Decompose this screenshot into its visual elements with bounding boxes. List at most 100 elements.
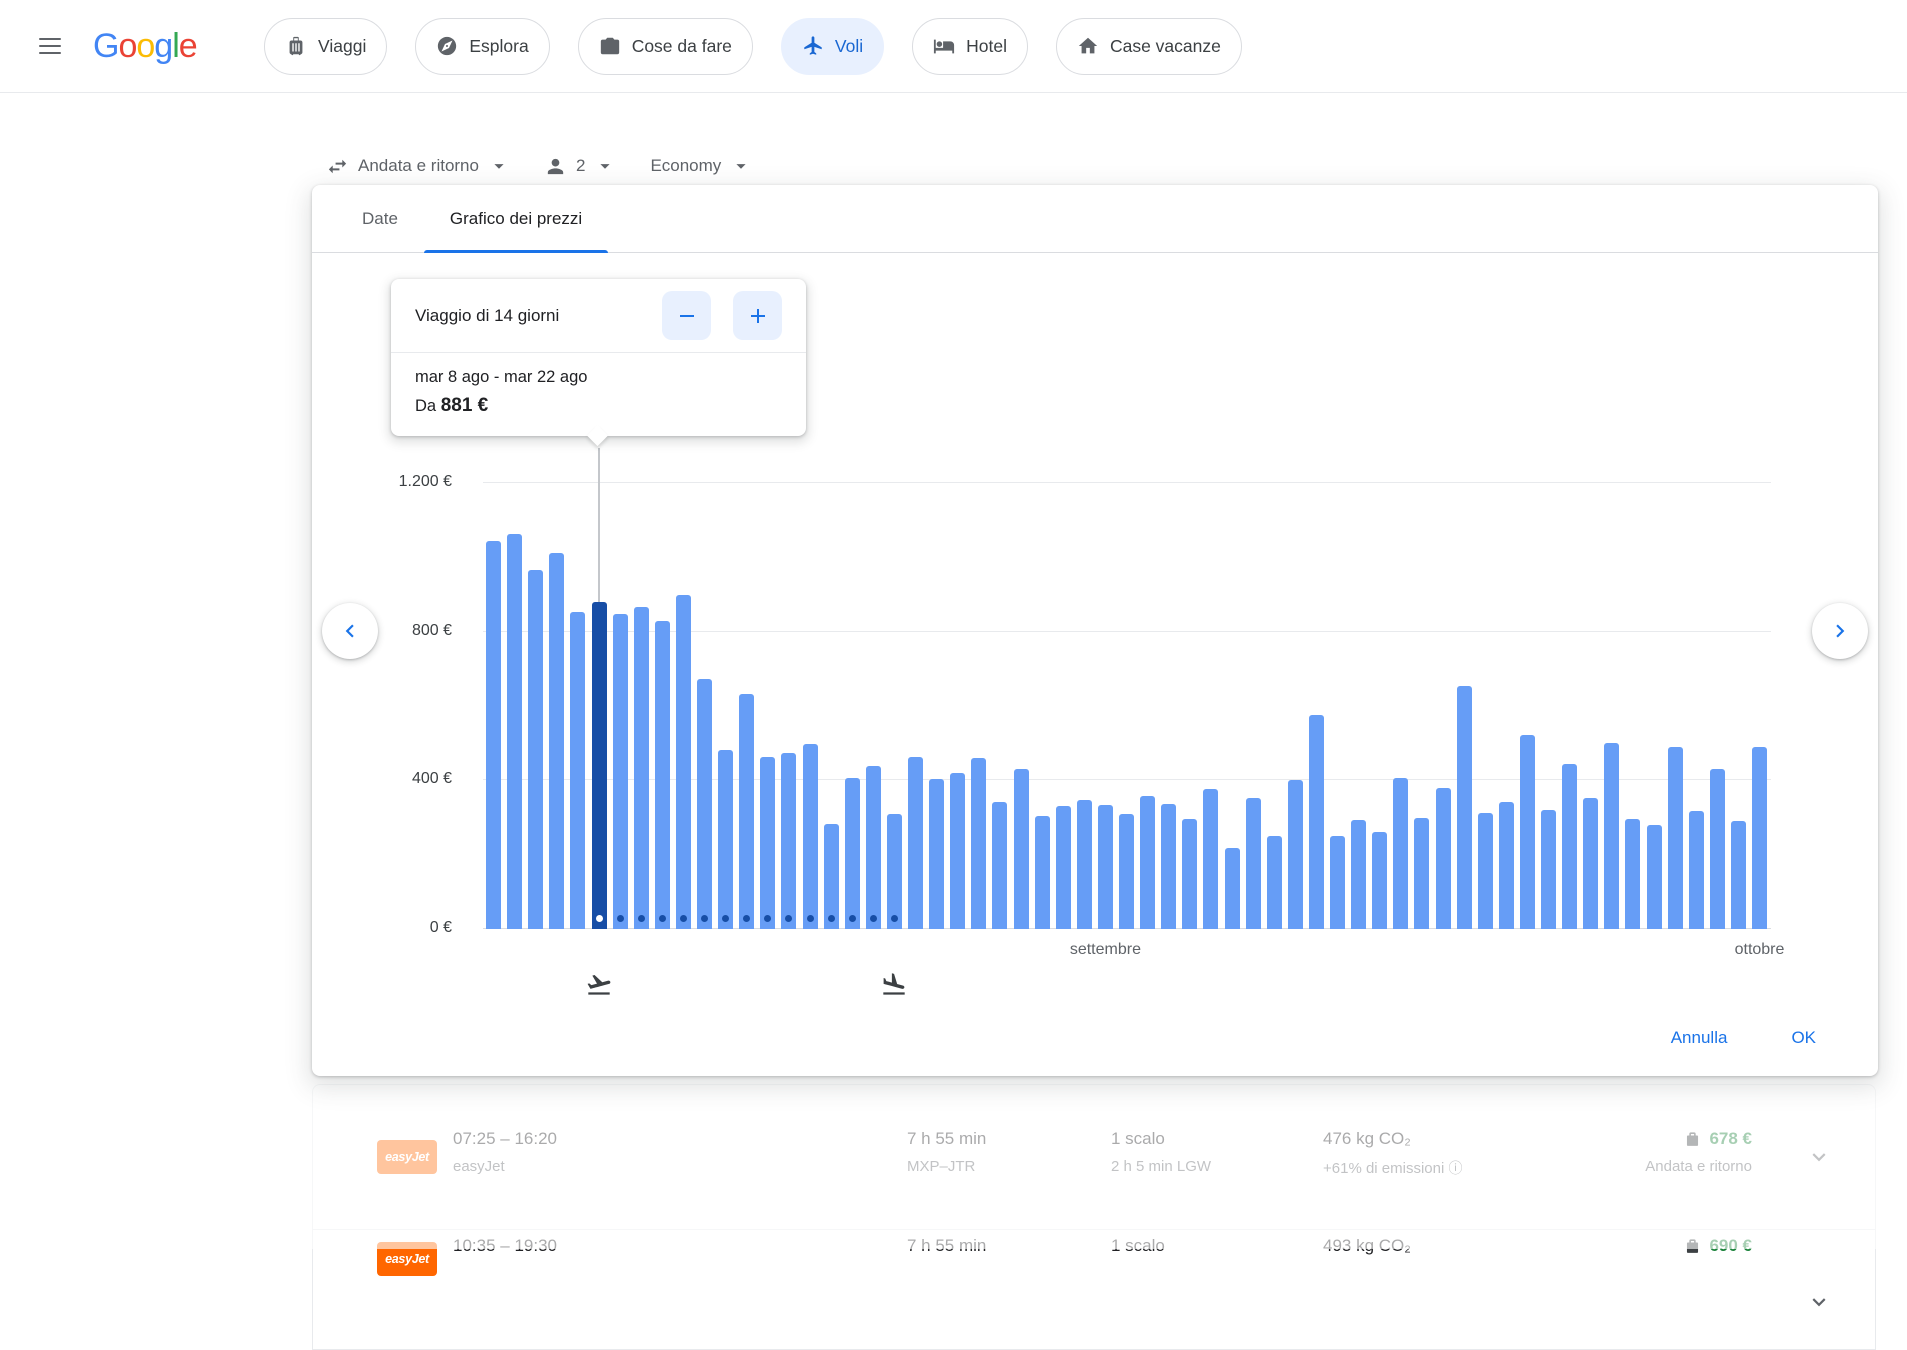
- price-bar[interactable]: [1077, 800, 1092, 929]
- price-bar[interactable]: [1583, 798, 1598, 929]
- ok-button[interactable]: OK: [1765, 1016, 1842, 1060]
- price-bar[interactable]: [1731, 821, 1746, 929]
- co2-emissions: 476 kg CO₂: [1323, 1129, 1462, 1149]
- price-bar[interactable]: [1562, 764, 1577, 929]
- price-bar[interactable]: [803, 744, 818, 929]
- price-bar[interactable]: [697, 679, 712, 929]
- price-bar[interactable]: [950, 773, 965, 929]
- chevron-down-icon: [1806, 1144, 1832, 1170]
- price-bar[interactable]: [1098, 805, 1113, 929]
- price-bar[interactable]: [1267, 836, 1282, 929]
- x-axis-month-labels: settembreottobre: [483, 941, 1771, 963]
- nav-pill-hotel[interactable]: Hotel: [912, 18, 1028, 75]
- price-bar[interactable]: [1351, 820, 1366, 929]
- price-bar[interactable]: [549, 553, 564, 930]
- price: 690 €: [1709, 1236, 1752, 1256]
- expand-flight-button[interactable]: [1797, 1280, 1841, 1324]
- nav-pill-cose-da-fare[interactable]: Cose da fare: [578, 18, 753, 75]
- increase-trip-length-button[interactable]: [733, 291, 782, 340]
- price-bar[interactable]: [676, 595, 691, 930]
- info-icon[interactable]: ⓘ: [1448, 1160, 1462, 1176]
- price-bar[interactable]: [1119, 814, 1134, 929]
- price-bar[interactable]: [1499, 802, 1514, 930]
- price-bar-selected[interactable]: [592, 602, 607, 929]
- menu-button[interactable]: [26, 22, 74, 70]
- price-bar[interactable]: [613, 614, 628, 929]
- price-bar[interactable]: [528, 570, 543, 929]
- price-bar[interactable]: [1689, 811, 1704, 929]
- decrease-trip-length-button[interactable]: [662, 291, 711, 340]
- google-logo[interactable]: Google: [93, 0, 197, 93]
- flight-duration: 7 h 55 min: [907, 1129, 986, 1149]
- price-bar[interactable]: [1035, 816, 1050, 929]
- cabin-class-select[interactable]: Economy: [650, 155, 752, 177]
- price-bar[interactable]: [1246, 798, 1261, 929]
- flight-row[interactable]: easyJet 07:25 – 16:20 easyJet 7 h 55 min…: [313, 1085, 1875, 1229]
- price-bar[interactable]: [1457, 686, 1472, 929]
- price-bar[interactable]: [1225, 848, 1240, 929]
- nav-pill-voli[interactable]: Voli: [781, 18, 884, 75]
- price-bar[interactable]: [1056, 806, 1071, 929]
- prev-dates-button[interactable]: [322, 603, 378, 659]
- price-bar[interactable]: [570, 612, 585, 929]
- price-bar[interactable]: [1288, 780, 1303, 929]
- price-bar[interactable]: [992, 802, 1007, 930]
- price-bar[interactable]: [929, 779, 944, 929]
- nav-pill-case-vacanze[interactable]: Case vacanze: [1056, 18, 1242, 75]
- nav-pill-esplora[interactable]: Esplora: [415, 18, 549, 75]
- flight-row[interactable]: easyJet 10:35 – 19:30 7 h 55 min 1 scalo…: [313, 1229, 1875, 1349]
- price-bar[interactable]: [760, 757, 775, 929]
- price-bar[interactable]: [1478, 813, 1493, 929]
- price-bar[interactable]: [739, 694, 754, 929]
- cabin-class-label: Economy: [650, 156, 721, 176]
- price-bar[interactable]: [655, 621, 670, 930]
- price-bar[interactable]: [486, 541, 501, 929]
- price-bar[interactable]: [1752, 747, 1767, 929]
- price-bar[interactable]: [1182, 819, 1197, 929]
- tab-price-graph[interactable]: Grafico dei prezzi: [424, 185, 608, 253]
- chevron-right-icon: [1827, 618, 1853, 644]
- nav-pill-viaggi[interactable]: Viaggi: [264, 18, 387, 75]
- price-bar[interactable]: [1541, 810, 1556, 929]
- price-bar[interactable]: [781, 753, 796, 929]
- price-bar[interactable]: [971, 758, 986, 929]
- price-bar[interactable]: [1668, 747, 1683, 929]
- caret-down-icon: [730, 155, 752, 177]
- price-bar[interactable]: [1309, 715, 1324, 930]
- price-bar[interactable]: [507, 534, 522, 929]
- price-bar[interactable]: [1625, 819, 1640, 929]
- dialog-actions: Annulla OK: [1645, 1016, 1842, 1060]
- trip-type-select[interactable]: Andata e ritorno: [326, 155, 510, 178]
- price-bar[interactable]: [908, 757, 923, 929]
- price-bar[interactable]: [1520, 735, 1535, 929]
- nav-pill-label: Viaggi: [318, 36, 366, 57]
- price-bar[interactable]: [1161, 804, 1176, 929]
- price-bar[interactable]: [1393, 778, 1408, 929]
- price-bar[interactable]: [1014, 769, 1029, 929]
- price-bar[interactable]: [866, 766, 881, 930]
- cancel-button[interactable]: Annulla: [1645, 1016, 1754, 1060]
- price-bar[interactable]: [887, 814, 902, 929]
- price-bar[interactable]: [1372, 832, 1387, 929]
- departure-marker: [586, 971, 613, 1003]
- airline-name: easyJet: [453, 1158, 557, 1175]
- passengers-select[interactable]: 2: [544, 155, 616, 178]
- price-bar[interactable]: [824, 824, 839, 929]
- price-bar[interactable]: [634, 607, 649, 929]
- price-bar[interactable]: [1604, 743, 1619, 929]
- price-bar[interactable]: [1436, 788, 1451, 929]
- caret-down-icon: [594, 155, 616, 177]
- tab-date[interactable]: Date: [336, 185, 424, 253]
- price-bar[interactable]: [1203, 789, 1218, 929]
- price-bar[interactable]: [1140, 796, 1155, 929]
- price-bar[interactable]: [845, 778, 860, 929]
- next-dates-button[interactable]: [1812, 603, 1868, 659]
- price-bar[interactable]: [1647, 825, 1662, 929]
- price-bar[interactable]: [1710, 769, 1725, 929]
- price-bar[interactable]: [1414, 818, 1429, 930]
- price-bar[interactable]: [718, 750, 733, 930]
- top-bar: Google Viaggi Esplora Cose da fare Voli …: [0, 0, 1907, 93]
- expand-flight-button[interactable]: [1797, 1135, 1841, 1179]
- y-axis-label: 400 €: [412, 770, 452, 788]
- price-bar[interactable]: [1330, 836, 1345, 929]
